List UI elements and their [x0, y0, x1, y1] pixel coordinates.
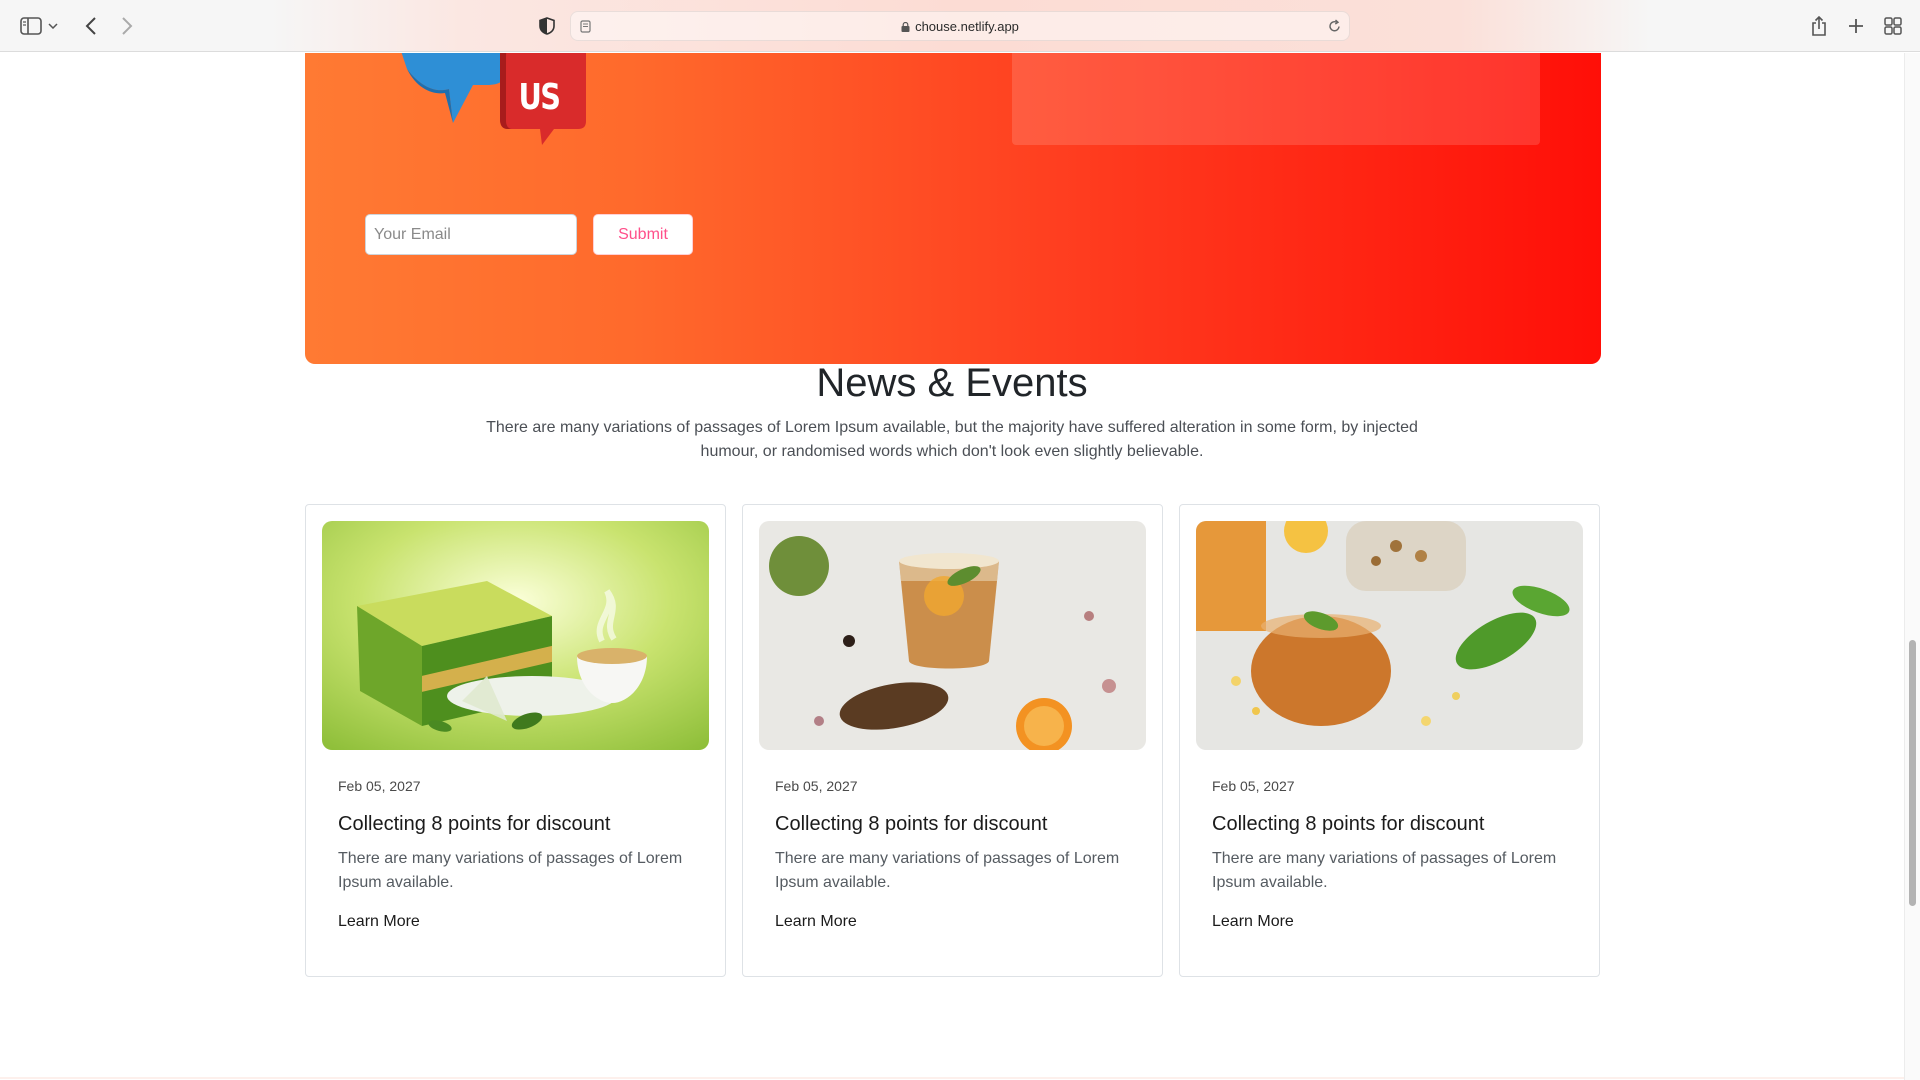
url-text: chouse.netlify.app: [915, 19, 1019, 34]
card-text: There are many variations of passages of…: [338, 850, 683, 891]
browser-toolbar: chouse.netlify.app: [0, 0, 1920, 52]
card-title: Collecting 8 points for discount: [1212, 813, 1485, 835]
contact-logo-text: US: [518, 77, 562, 118]
sidebar-toggle-icon[interactable]: [18, 13, 44, 39]
learn-more-link[interactable]: Learn More: [338, 913, 420, 931]
news-card: Feb 05, 2027 Collecting 8 points for dis…: [305, 504, 726, 977]
card-title: Collecting 8 points for discount: [338, 813, 611, 835]
forward-arrow-icon[interactable]: [114, 13, 140, 39]
card-date: Feb 05, 2027: [775, 778, 858, 794]
card-date: Feb 05, 2027: [338, 778, 421, 794]
email-input[interactable]: [365, 214, 577, 255]
card-title: Collecting 8 points for discount: [775, 813, 1048, 835]
green-tea-box-image: [322, 521, 709, 750]
lock-icon: [901, 22, 910, 32]
card-text: There are many variations of passages of…: [1212, 850, 1557, 891]
share-icon[interactable]: [1806, 13, 1832, 39]
contact-bubble-blue-icon: [401, 53, 507, 123]
banner-form-panel: [1012, 53, 1540, 145]
news-section-subtitle: There are many variations of passages of…: [486, 419, 1418, 460]
chamomile-tea-cup-image: [1196, 521, 1583, 750]
card-date: Feb 05, 2027: [1212, 778, 1295, 794]
contact-banner: US Submit: [305, 53, 1601, 364]
privacy-shield-icon[interactable]: [534, 13, 560, 39]
reload-icon[interactable]: [1328, 19, 1341, 38]
learn-more-link[interactable]: Learn More: [775, 913, 857, 931]
tab-overview-icon[interactable]: [1880, 13, 1906, 39]
news-card: Feb 05, 2027 Collecting 8 points for dis…: [1179, 504, 1600, 977]
news-section-title: News & Events: [816, 361, 1088, 405]
back-arrow-icon[interactable]: [78, 13, 104, 39]
news-card: Feb 05, 2027 Collecting 8 points for dis…: [742, 504, 1163, 977]
scrollbar-thumb[interactable]: [1909, 640, 1916, 906]
address-bar[interactable]: chouse.netlify.app: [570, 11, 1350, 41]
footer-edge: [0, 1077, 1904, 1079]
learn-more-link[interactable]: Learn More: [1212, 913, 1294, 931]
herbal-tea-glass-image: [759, 521, 1146, 750]
new-tab-plus-icon[interactable]: [1843, 13, 1869, 39]
page-scrollbar[interactable]: [1904, 53, 1920, 1080]
submit-button[interactable]: Submit: [593, 214, 693, 255]
card-text: There are many variations of passages of…: [775, 850, 1120, 891]
chevron-down-icon[interactable]: [46, 13, 60, 39]
page-content: US Submit News & Events There are many v…: [0, 53, 1904, 1080]
